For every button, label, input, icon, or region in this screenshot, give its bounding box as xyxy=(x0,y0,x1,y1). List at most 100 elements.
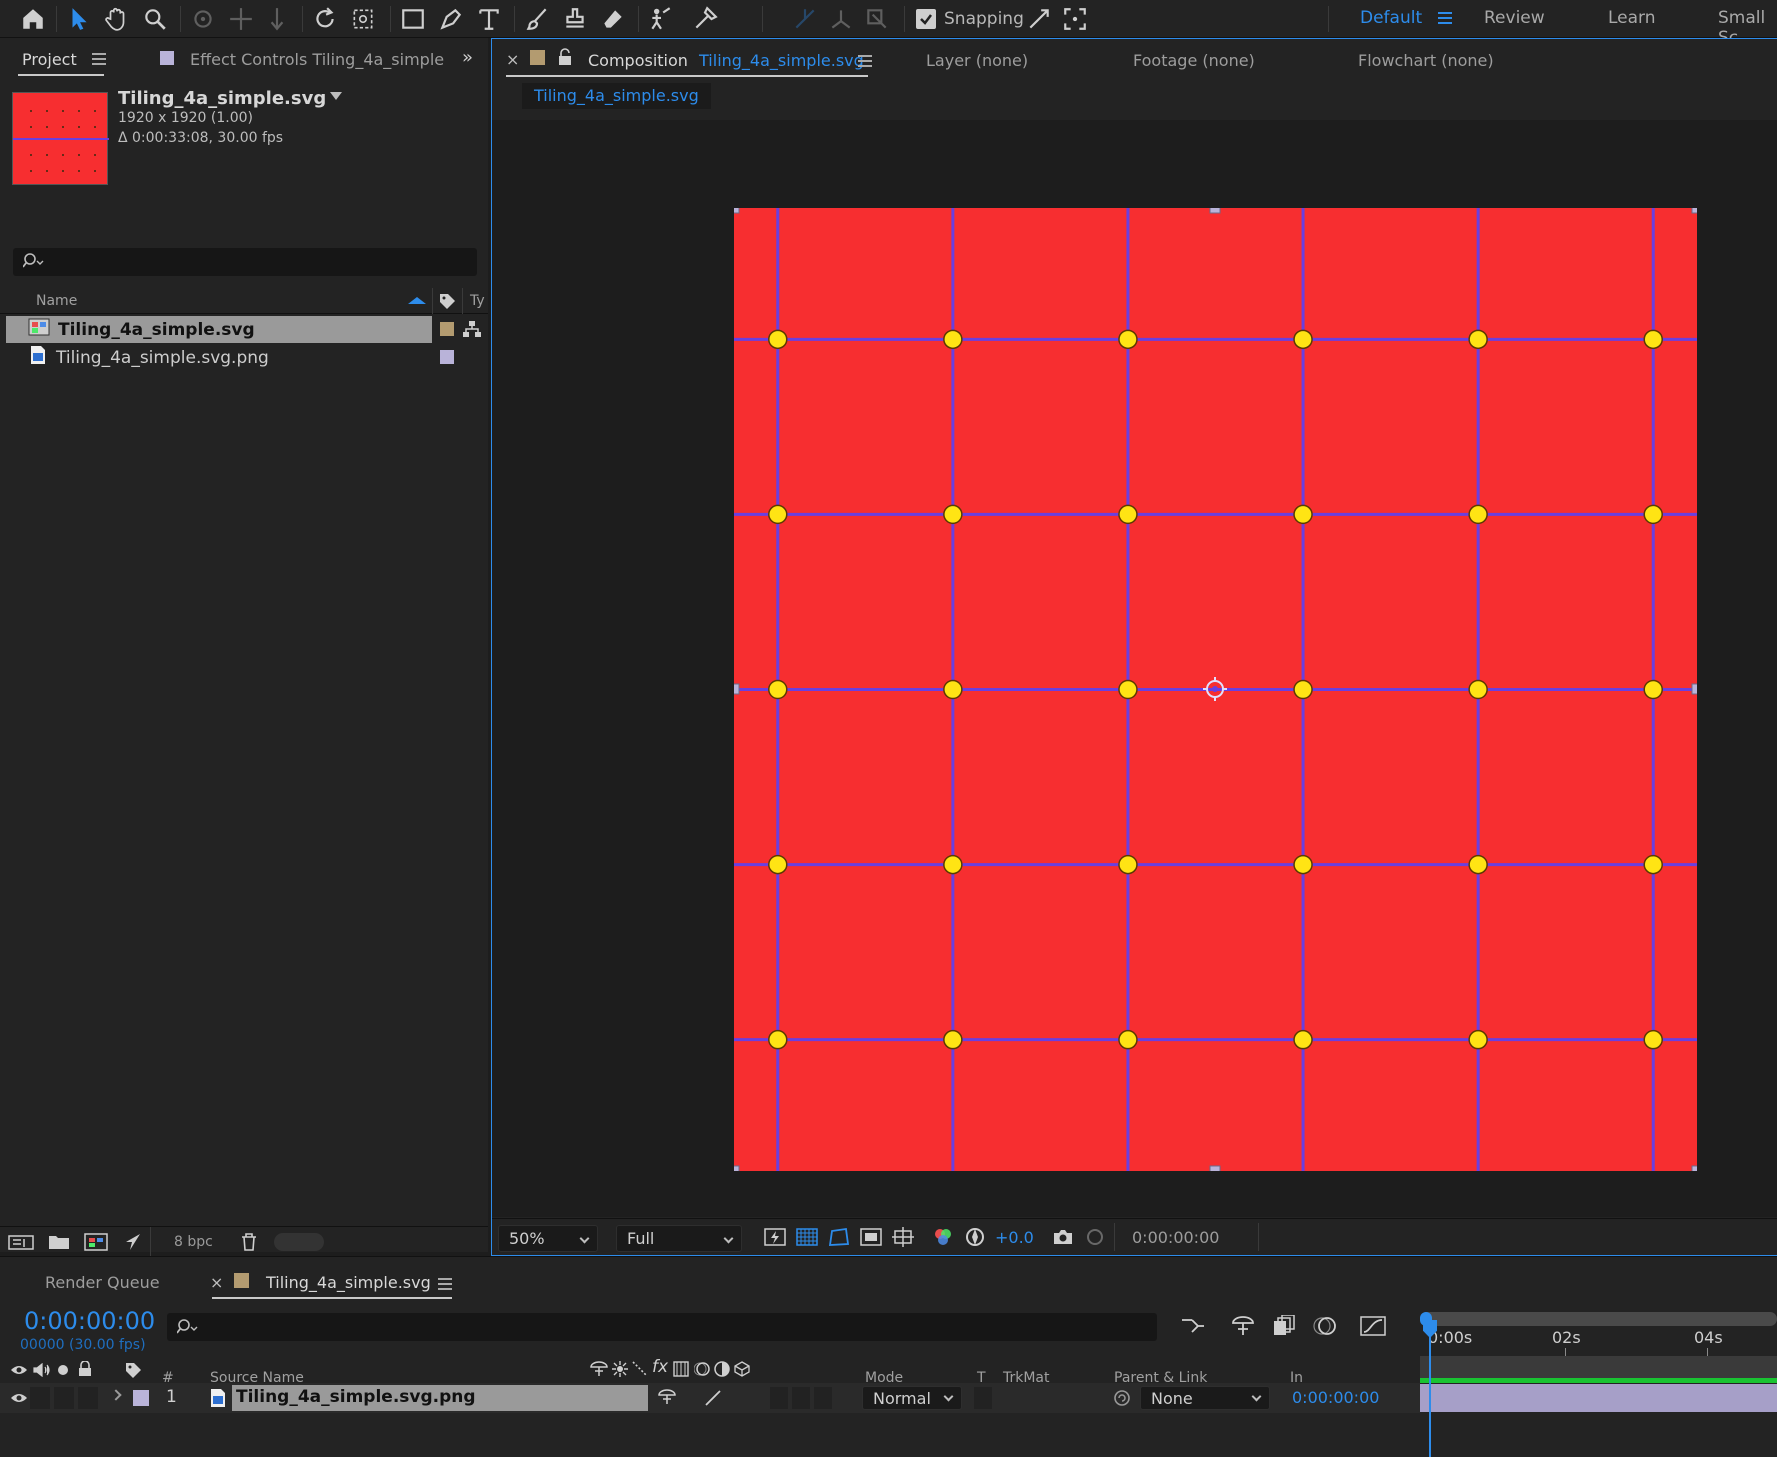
project-menu-icon[interactable] xyxy=(92,53,106,65)
sort-ascending-icon[interactable] xyxy=(408,297,426,304)
tab-timeline-composition[interactable]: Tiling_4a_simple.svg xyxy=(266,1273,431,1292)
eraser-icon[interactable] xyxy=(598,4,628,34)
home-icon[interactable] xyxy=(18,4,48,34)
tab-composition[interactable]: Composition Tiling_4a_simple.svg xyxy=(588,51,864,70)
selection-icon[interactable] xyxy=(64,4,94,34)
channel-rgb-icon[interactable] xyxy=(932,1227,954,1251)
frame-blend-icon[interactable] xyxy=(673,1361,689,1381)
dolly-camera-icon[interactable] xyxy=(262,4,292,34)
pan-camera-icon[interactable] xyxy=(226,4,256,34)
timeline-menu-icon[interactable] xyxy=(438,1278,452,1290)
composition-menu-icon[interactable] xyxy=(858,55,872,67)
composition-canvas[interactable] xyxy=(734,208,1697,1171)
render-icon[interactable] xyxy=(122,1232,142,1256)
new-folder-icon[interactable] xyxy=(48,1233,70,1255)
project-item-row[interactable]: Tiling_4a_simple.svg xyxy=(6,316,432,343)
blend-mode-dropdown[interactable]: Normal xyxy=(862,1386,962,1410)
panel-overflow-icon[interactable]: » xyxy=(462,47,473,68)
rectangle-icon[interactable] xyxy=(398,4,428,34)
tab-effect-controls[interactable]: Effect Controls Tiling_4a_simple xyxy=(190,50,444,69)
timeline-search-input[interactable] xyxy=(167,1313,1157,1341)
new-composition-icon[interactable] xyxy=(84,1232,108,1256)
column-type[interactable]: Ty xyxy=(470,293,485,309)
reset-exposure-icon[interactable] xyxy=(964,1227,986,1251)
audio-switch[interactable] xyxy=(30,1387,50,1409)
label-color-swatch[interactable] xyxy=(440,322,454,336)
pen-icon[interactable] xyxy=(436,4,466,34)
3d-layer-icon[interactable] xyxy=(734,1361,750,1381)
label-color-swatch[interactable] xyxy=(440,350,454,364)
expand-layer-icon[interactable] xyxy=(110,1389,122,1401)
trash-icon[interactable] xyxy=(240,1232,258,1256)
workspace-menu-icon[interactable] xyxy=(1438,12,1452,24)
effects-icon[interactable]: fx xyxy=(652,1357,668,1377)
layer-in-time[interactable]: 0:00:00:00 xyxy=(1292,1388,1379,1407)
pan-behind-icon[interactable] xyxy=(348,4,378,34)
show-snapshot-icon[interactable] xyxy=(1084,1227,1106,1251)
layer-source-name[interactable]: Tiling_4a_simple.svg.png xyxy=(236,1387,476,1407)
snapping-checkbox[interactable] xyxy=(916,9,936,29)
adjustment-layer-icon[interactable] xyxy=(714,1361,730,1381)
grid-guides-icon[interactable] xyxy=(892,1227,914,1251)
quality-icon[interactable] xyxy=(632,1361,648,1381)
column-name[interactable]: Name xyxy=(36,293,77,309)
resolution-dropdown[interactable]: Full xyxy=(616,1225,742,1252)
solo-icon[interactable] xyxy=(58,1365,68,1375)
current-time-display[interactable]: 0:00:00:00 xyxy=(1132,1228,1219,1247)
frame-blending-icon[interactable] xyxy=(1272,1314,1296,1341)
project-item-row[interactable]: Tiling_4a_simple.svg.png xyxy=(6,344,432,371)
audio-icon[interactable] xyxy=(33,1362,51,1381)
interpret-footage-icon[interactable] xyxy=(8,1233,34,1255)
snapshot-camera-icon[interactable] xyxy=(1052,1227,1074,1251)
solo-switch[interactable] xyxy=(54,1387,74,1409)
rotate-icon[interactable] xyxy=(310,4,340,34)
composition-flowchart-icon[interactable] xyxy=(1180,1315,1206,1341)
tab-flowchart[interactable]: Flowchart (none) xyxy=(1358,51,1494,70)
workspace-learn[interactable]: Learn xyxy=(1608,8,1656,28)
parent-dropdown[interactable]: None xyxy=(1140,1386,1270,1410)
roto-brush-icon[interactable] xyxy=(646,4,676,34)
magnification-dropdown[interactable]: 50% xyxy=(498,1225,598,1252)
tab-project[interactable]: Project xyxy=(22,50,77,69)
flowchart-icon[interactable] xyxy=(462,320,482,342)
pick-whip-icon[interactable] xyxy=(1112,1389,1132,1411)
video-visibility-icon[interactable] xyxy=(10,1363,28,1381)
graph-editor-icon[interactable] xyxy=(1360,1315,1386,1341)
tab-layer[interactable]: Layer (none) xyxy=(926,51,1028,70)
fast-previews-icon[interactable] xyxy=(764,1227,786,1251)
project-search-input[interactable] xyxy=(13,248,477,276)
motion-blur-switch-icon[interactable] xyxy=(693,1361,710,1381)
axis-view-icon[interactable] xyxy=(862,4,892,34)
text-icon[interactable] xyxy=(474,4,504,34)
draft-3d-icon[interactable] xyxy=(1230,1315,1256,1341)
close-tab-icon[interactable]: × xyxy=(210,1273,223,1292)
orbit-camera-icon[interactable] xyxy=(188,4,218,34)
bit-depth-label[interactable]: 8 bpc xyxy=(174,1234,213,1250)
workspace-default[interactable]: Default xyxy=(1360,8,1422,28)
comp-breadcrumb[interactable]: Tiling_4a_simple.svg xyxy=(522,83,711,109)
lock-icon[interactable] xyxy=(558,48,572,70)
preserve-transparency-switch[interactable] xyxy=(974,1387,992,1409)
workspace-review[interactable]: Review xyxy=(1484,8,1545,28)
snap-edges-icon[interactable] xyxy=(1024,4,1054,34)
axis-local-icon[interactable] xyxy=(790,4,820,34)
quality-switch-icon[interactable] xyxy=(704,1389,722,1411)
time-ruler-area[interactable]: 0:00s 02s 04s xyxy=(1420,1306,1777,1457)
shy-icon[interactable] xyxy=(590,1361,608,1381)
puppet-pin-icon[interactable] xyxy=(690,4,720,34)
transparency-grid-icon[interactable] xyxy=(796,1227,818,1251)
shy-switch-icon[interactable] xyxy=(658,1389,676,1409)
layer-visibility-icon[interactable] xyxy=(10,1391,28,1409)
layer-row[interactable]: 1 Tiling_4a_simple.svg.png Normal None 0… xyxy=(0,1383,1420,1413)
axis-world-icon[interactable] xyxy=(826,4,856,34)
thumbnail-size-slider[interactable] xyxy=(274,1233,324,1251)
snapping-toggle[interactable]: Snapping xyxy=(916,7,1024,31)
zoom-icon[interactable] xyxy=(140,4,170,34)
tab-footage[interactable]: Footage (none) xyxy=(1133,51,1255,70)
lock-icon[interactable] xyxy=(78,1360,92,1381)
region-of-interest-icon[interactable] xyxy=(860,1227,882,1251)
close-tab-icon[interactable]: × xyxy=(506,50,519,69)
hand-icon[interactable] xyxy=(102,4,132,34)
motion-blur-icon[interactable] xyxy=(1312,1315,1338,1341)
snap-features-icon[interactable] xyxy=(1060,4,1090,34)
